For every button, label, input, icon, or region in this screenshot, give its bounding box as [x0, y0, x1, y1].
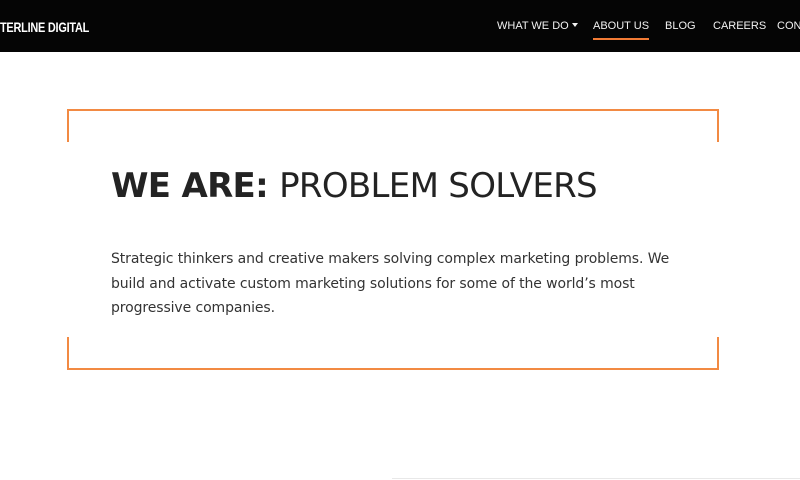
description-line-3: progressive companies.: [111, 300, 275, 316]
main-navigation: WHAT WE DO ABOUT US BLOG CAREERS CON: [497, 0, 800, 52]
frame-left-bottom-edge: [67, 337, 69, 370]
about-us-page: TERLINE DIGITAL WHAT WE DO ABOUT US BLOG…: [0, 0, 800, 480]
nav-blog-label: BLOG: [665, 20, 696, 32]
nav-contact[interactable]: CON: [777, 19, 800, 33]
hero-orange-frame: [67, 109, 719, 370]
hero-headline: WE ARE: PROBLEM SOLVERS: [111, 164, 598, 208]
nav-about-us-label: ABOUT US: [593, 20, 650, 32]
nav-contact-label: CON: [777, 20, 800, 32]
nav-blog[interactable]: BLOG: [665, 19, 696, 33]
nav-careers[interactable]: CAREERS: [713, 19, 766, 33]
frame-top-line: [67, 109, 719, 111]
nav-about-us[interactable]: ABOUT US: [593, 19, 650, 40]
frame-bottom-line: [67, 368, 719, 370]
lower-section-divider: [392, 478, 800, 479]
active-nav-underline: [593, 38, 650, 40]
nav-careers-label: CAREERS: [713, 20, 767, 32]
site-header: TERLINE DIGITAL WHAT WE DO ABOUT US BLOG…: [0, 0, 800, 52]
nav-what-we-do-label: WHAT WE DO: [497, 20, 569, 32]
headline-we-are: WE ARE:: [111, 166, 269, 206]
chevron-down-icon: [571, 23, 578, 27]
frame-right-bottom-edge: [717, 337, 719, 370]
frame-left-top-edge: [67, 109, 69, 142]
nav-what-we-do[interactable]: WHAT WE DO: [497, 19, 578, 33]
headline-problem-solvers: PROBLEM SOLVERS: [279, 166, 597, 206]
brand-logo[interactable]: TERLINE DIGITAL: [0, 18, 89, 36]
frame-right-top-edge: [717, 109, 719, 142]
hero-description: Strategic thinkers and creative makers s…: [111, 247, 671, 321]
description-line-1: Strategic thinkers and creative makers s…: [111, 251, 670, 267]
description-line-2: build and activate custom marketing solu…: [111, 275, 635, 292]
